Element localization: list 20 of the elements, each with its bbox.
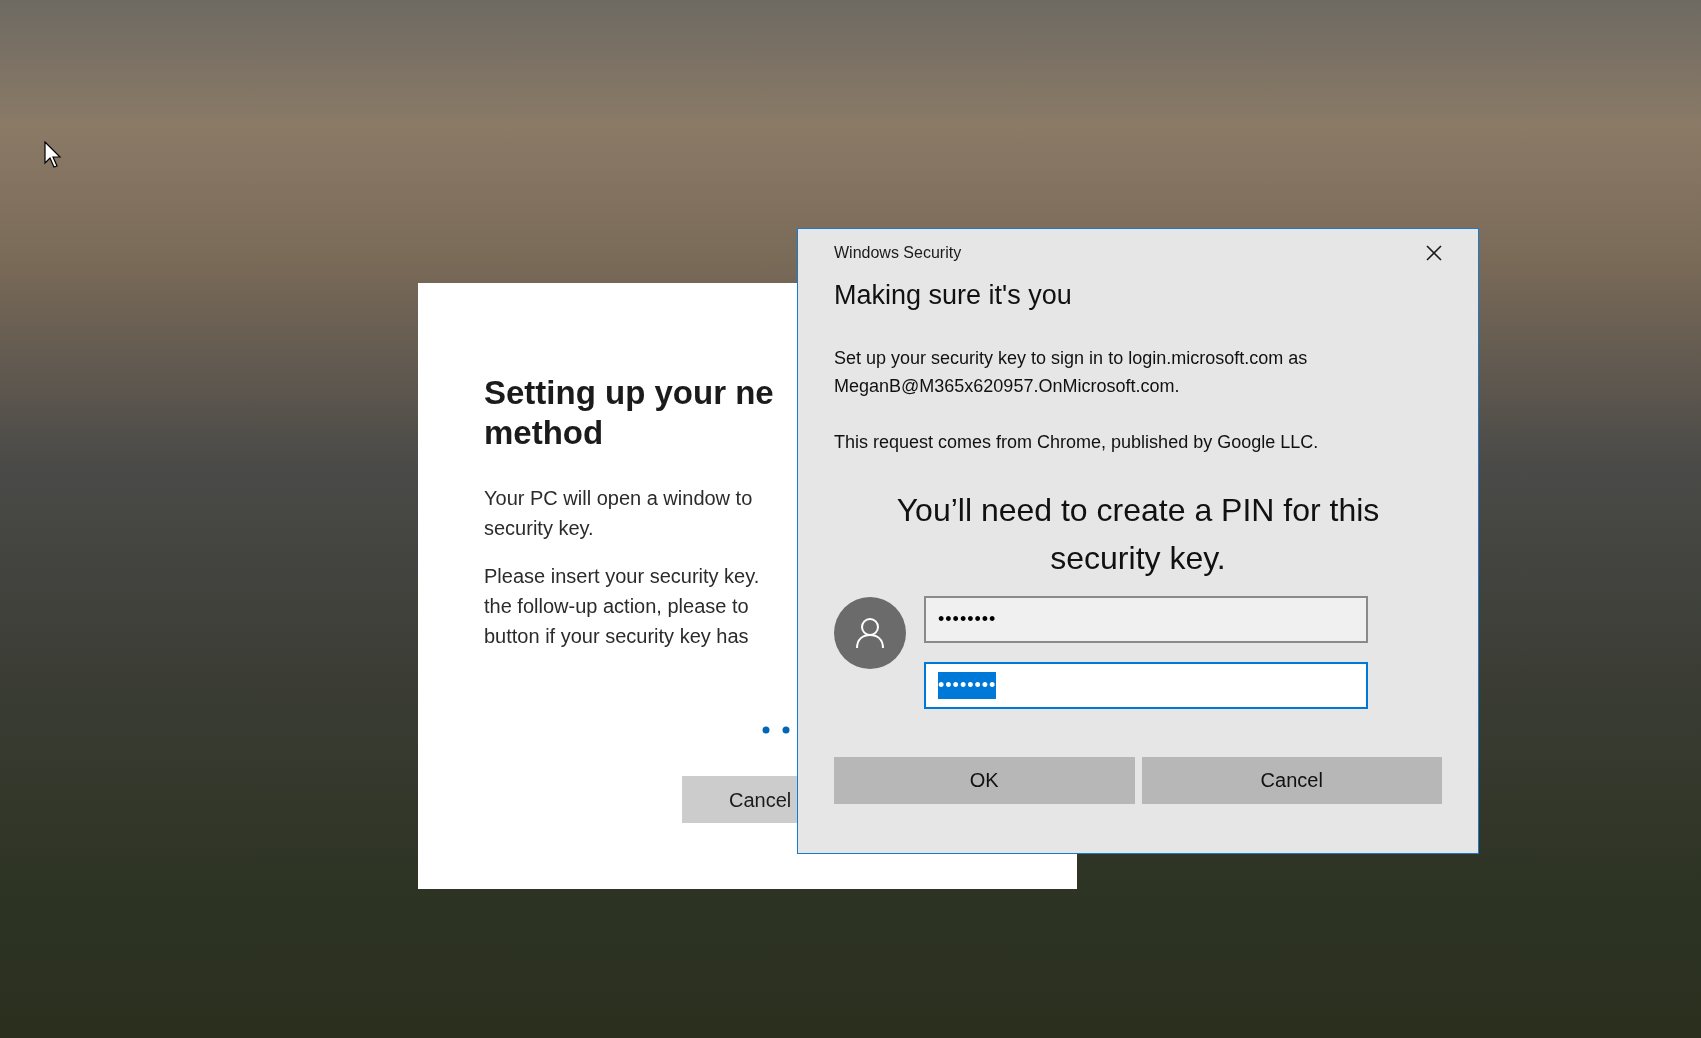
person-icon xyxy=(855,616,885,649)
cancel-button[interactable]: Cancel xyxy=(1141,756,1442,804)
dialog-heading: Making sure it's you xyxy=(834,279,1073,312)
pin-field[interactable]: •••••••• xyxy=(924,661,1368,709)
dialog-title: method xyxy=(484,413,605,453)
mouse-cursor-icon xyxy=(44,141,62,169)
body-text: security key. xyxy=(484,516,595,541)
close-icon xyxy=(1426,245,1442,261)
progress-dots-icon xyxy=(762,726,790,734)
dialog-title: Setting up your ne xyxy=(484,373,774,413)
body-text: button if your security key has xyxy=(484,624,750,649)
window-title: Windows Security xyxy=(834,243,962,263)
message-text: Set up your security key to sign in to login.microsoft.com as MeganB@M365x620957.OnMicrosoft.com. xyxy=(834,346,1309,398)
pin-field[interactable]: •••••••• xyxy=(924,595,1368,643)
pin-prompt: You’ll need to create a PIN for this security key. xyxy=(895,490,1381,578)
body-text: Your PC will open a window to xyxy=(484,486,754,511)
body-text: Please insert your security key. xyxy=(484,564,761,589)
body-text: the follow-up action, please to xyxy=(484,594,750,619)
ok-button[interactable]: OK xyxy=(834,756,1135,804)
source-text: This request comes from Chrome, published by Google LLC. xyxy=(834,430,1320,454)
